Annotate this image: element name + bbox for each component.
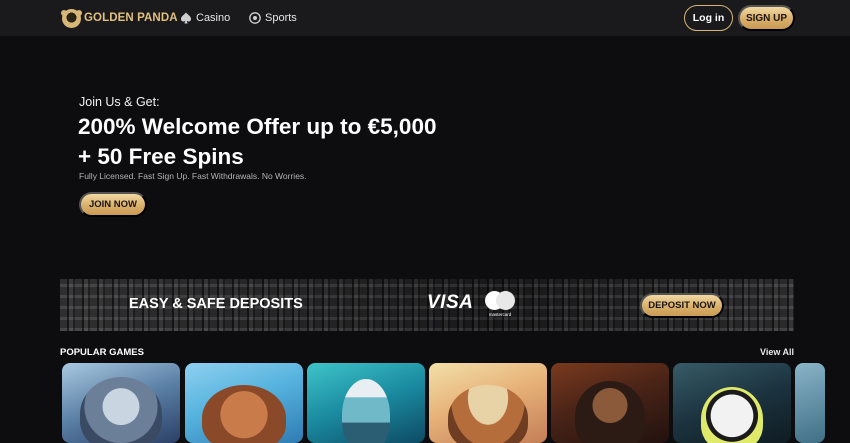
mastercard-label: mastercard [488, 312, 512, 317]
signup-button[interactable]: SIGN UP [738, 5, 795, 31]
hero-subtitle: Fully Licensed. Fast Sign Up. Fast Withd… [79, 171, 307, 181]
game-tile-cowboy[interactable] [429, 363, 547, 443]
brand-logo[interactable]: GOLDEN PANDA [61, 8, 178, 28]
nav-sports[interactable]: Sports [249, 10, 297, 26]
warrior-artwork [342, 379, 390, 443]
hero-pretitle: Join Us & Get: [79, 95, 160, 109]
game-tile-partial[interactable] [795, 363, 825, 443]
game-tile-viking[interactable] [62, 363, 180, 443]
soccer-ball-icon [249, 12, 261, 24]
login-button[interactable]: Log in [684, 5, 733, 31]
view-all-link[interactable]: View All [760, 347, 794, 357]
game-tile-gunslinger[interactable] [551, 363, 669, 443]
game-tile-panda[interactable] [673, 363, 791, 443]
bear-artwork [202, 385, 286, 443]
gunslinger-artwork [575, 381, 645, 443]
deposit-banner: EASY & SAFE DEPOSITS VISA mastercard DEP… [60, 279, 794, 331]
spade-icon [180, 12, 192, 24]
mastercard-logo: mastercard [484, 291, 516, 319]
deposit-banner-title: EASY & SAFE DEPOSITS [129, 296, 303, 312]
visa-logo: VISA [427, 292, 474, 313]
cowboy-artwork [448, 385, 528, 443]
panda-logo-icon [61, 8, 82, 28]
hero-title-line1: 200% Welcome Offer up to €5,000 [78, 114, 437, 139]
top-navbar: GOLDEN PANDA Casino Sports Log in SIGN U… [0, 0, 850, 36]
mastercard-circle-right [496, 291, 515, 310]
brand-name: GOLDEN PANDA [84, 12, 178, 24]
nav-sports-label: Sports [265, 12, 297, 24]
deposit-now-button[interactable]: DEPOSIT NOW [640, 293, 724, 318]
popular-games-title: POPULAR GAMES [60, 347, 144, 358]
viking-artwork [80, 377, 162, 443]
hero-title-line2: + 50 Free Spins [78, 144, 244, 169]
hero-title: 200% Welcome Offer up to €5,000 + 50 Fre… [78, 112, 498, 172]
nav-casino[interactable]: Casino [180, 10, 230, 26]
join-now-button[interactable]: JOIN NOW [79, 192, 147, 217]
nav-casino-label: Casino [196, 12, 231, 24]
game-tile-bear[interactable] [185, 363, 303, 443]
game-tile-warrior[interactable] [307, 363, 425, 443]
